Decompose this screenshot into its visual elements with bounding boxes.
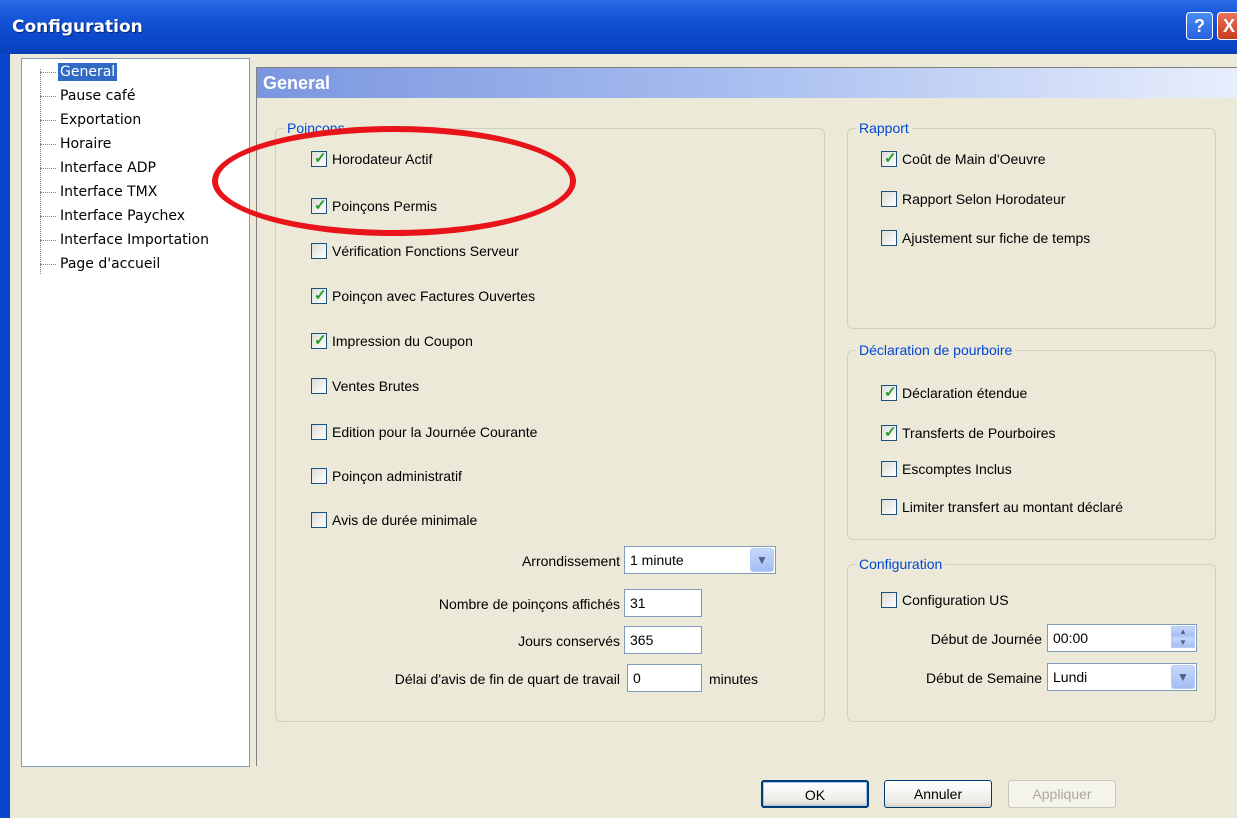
appliquer-button[interactable]: Appliquer bbox=[1008, 780, 1116, 808]
spin-down-icon[interactable]: ▼ bbox=[1171, 637, 1195, 648]
checkbox-box[interactable] bbox=[311, 424, 327, 440]
checkbox-label: Poinçon avec Factures Ouvertes bbox=[332, 288, 536, 304]
annotation-circle bbox=[212, 126, 576, 236]
checkbox-label: Ajustement sur fiche de temps bbox=[902, 230, 1091, 246]
checkbox-box[interactable] bbox=[311, 243, 327, 259]
help-icon[interactable]: ? bbox=[1186, 12, 1213, 40]
spin-up-icon[interactable]: ▲ bbox=[1171, 626, 1195, 637]
annuler-button[interactable]: Annuler bbox=[884, 780, 992, 808]
checkbox-label: Vérification Fonctions Serveur bbox=[332, 243, 519, 259]
tree-item-label: Pause café bbox=[60, 88, 136, 104]
debut-semaine-value: Lundi bbox=[1053, 669, 1088, 685]
arrondissement-label: Arrondissement bbox=[521, 553, 620, 569]
check-icon: ✓ bbox=[314, 332, 327, 349]
close-icon[interactable]: X bbox=[1217, 12, 1237, 40]
tree-item-label: Interface Importation bbox=[60, 232, 209, 248]
tree-item-label: Interface ADP bbox=[60, 160, 156, 176]
navigation-tree: General Pause café Exportation Horaire I… bbox=[21, 58, 250, 767]
jours-conserves-input[interactable]: 365 bbox=[624, 626, 702, 654]
debut-semaine-select[interactable]: Lundi ▼ bbox=[1047, 663, 1197, 691]
checkbox-label: Avis de durée minimale bbox=[332, 512, 478, 528]
check-icon: ✓ bbox=[884, 150, 897, 167]
checkbox-label: Coût de Main d'Oeuvre bbox=[902, 151, 1046, 167]
ok-button[interactable]: OK bbox=[761, 780, 869, 808]
tree-item-interface-importation[interactable]: Interface Importation bbox=[40, 230, 245, 252]
debut-journee-input[interactable]: 00:00 ▲ ▼ bbox=[1047, 624, 1197, 652]
checkbox-label: Transferts de Pourboires bbox=[902, 425, 1056, 441]
group-legend: Configuration bbox=[856, 555, 946, 573]
delai-avis-input[interactable]: 0 bbox=[627, 664, 702, 692]
group-legend: Rapport bbox=[856, 119, 912, 137]
delai-avis-label: Délai d'avis de fin de quart de travail bbox=[394, 671, 620, 687]
checkbox-label: Limiter transfert au montant déclaré bbox=[902, 499, 1123, 515]
jours-conserves-label: Jours conservés bbox=[518, 633, 620, 649]
checkbox-label: Edition pour la Journée Courante bbox=[332, 424, 538, 440]
debut-journee-value: 00:00 bbox=[1053, 630, 1089, 646]
checkbox-label: Déclaration étendue bbox=[902, 385, 1028, 401]
tree-item-label: Horaire bbox=[60, 136, 112, 152]
tree-item-label: Exportation bbox=[60, 112, 142, 128]
window-title: Configuration bbox=[12, 17, 143, 37]
checkbox-box[interactable] bbox=[311, 468, 327, 484]
configuration-window: Configuration ? X General Pause café Exp… bbox=[0, 0, 1237, 818]
tree-item-page-accueil[interactable]: Page d'accueil bbox=[40, 254, 245, 276]
checkbox-box[interactable]: ✓ bbox=[311, 287, 327, 304]
chevron-down-icon[interactable]: ▼ bbox=[750, 548, 774, 572]
checkbox-box[interactable]: ✓ bbox=[311, 332, 327, 349]
checkbox-label: Impression du Coupon bbox=[332, 333, 473, 349]
checkbox-box[interactable]: ✓ bbox=[881, 150, 897, 167]
check-icon: ✓ bbox=[884, 424, 897, 441]
window-frame bbox=[0, 54, 10, 818]
check-icon: ✓ bbox=[884, 384, 897, 401]
checkbox-box[interactable] bbox=[311, 378, 327, 394]
group-legend: Déclaration de pourboire bbox=[856, 341, 1016, 359]
tree-item-exportation[interactable]: Exportation bbox=[40, 110, 245, 132]
panel-title: General bbox=[263, 73, 331, 93]
nombre-poincons-label: Nombre de poinçons affichés bbox=[438, 596, 620, 612]
title-bar[interactable]: Configuration ? X bbox=[0, 0, 1237, 54]
checkbox-box[interactable] bbox=[881, 230, 897, 246]
checkbox-box[interactable] bbox=[881, 499, 897, 515]
checkbox-box[interactable] bbox=[881, 592, 897, 608]
tree-item-general[interactable]: General bbox=[40, 62, 245, 84]
checkbox-label: Ventes Brutes bbox=[332, 378, 420, 394]
debut-journee-label: Début de Journée bbox=[930, 631, 1042, 647]
checkbox-box[interactable] bbox=[881, 191, 897, 207]
arrondissement-select[interactable]: 1 minute ▼ bbox=[624, 546, 776, 574]
tree-item-horaire[interactable]: Horaire bbox=[40, 134, 245, 156]
tree-item-interface-paychex[interactable]: Interface Paychex bbox=[40, 206, 245, 228]
checkbox-label: Configuration US bbox=[902, 592, 1009, 608]
debut-semaine-label: Début de Semaine bbox=[926, 670, 1042, 686]
checkbox-label: Poinçon administratif bbox=[332, 468, 462, 484]
tree-item-label: General bbox=[58, 63, 118, 81]
checkbox-box[interactable]: ✓ bbox=[881, 384, 897, 401]
arrondissement-value: 1 minute bbox=[630, 552, 684, 568]
checkbox-label: Rapport Selon Horodateur bbox=[902, 191, 1066, 207]
tree-item-label: Page d'accueil bbox=[60, 256, 161, 272]
tree-item-label: Interface TMX bbox=[60, 184, 158, 200]
checkbox-box[interactable] bbox=[881, 461, 897, 477]
checkbox-box[interactable]: ✓ bbox=[881, 424, 897, 441]
chevron-down-icon[interactable]: ▼ bbox=[1171, 665, 1195, 689]
check-icon: ✓ bbox=[314, 287, 327, 304]
panel-header: General bbox=[257, 68, 1237, 98]
nombre-poincons-input[interactable]: 31 bbox=[624, 589, 702, 617]
spinner[interactable]: ▲ ▼ bbox=[1171, 626, 1195, 650]
minutes-label: minutes bbox=[709, 671, 759, 687]
tree-item-pause-cafe[interactable]: Pause café bbox=[40, 86, 245, 108]
checkbox-label: Escomptes Inclus bbox=[902, 461, 1012, 477]
tree-item-label: Interface Paychex bbox=[60, 208, 186, 224]
checkbox-box[interactable] bbox=[311, 512, 327, 528]
